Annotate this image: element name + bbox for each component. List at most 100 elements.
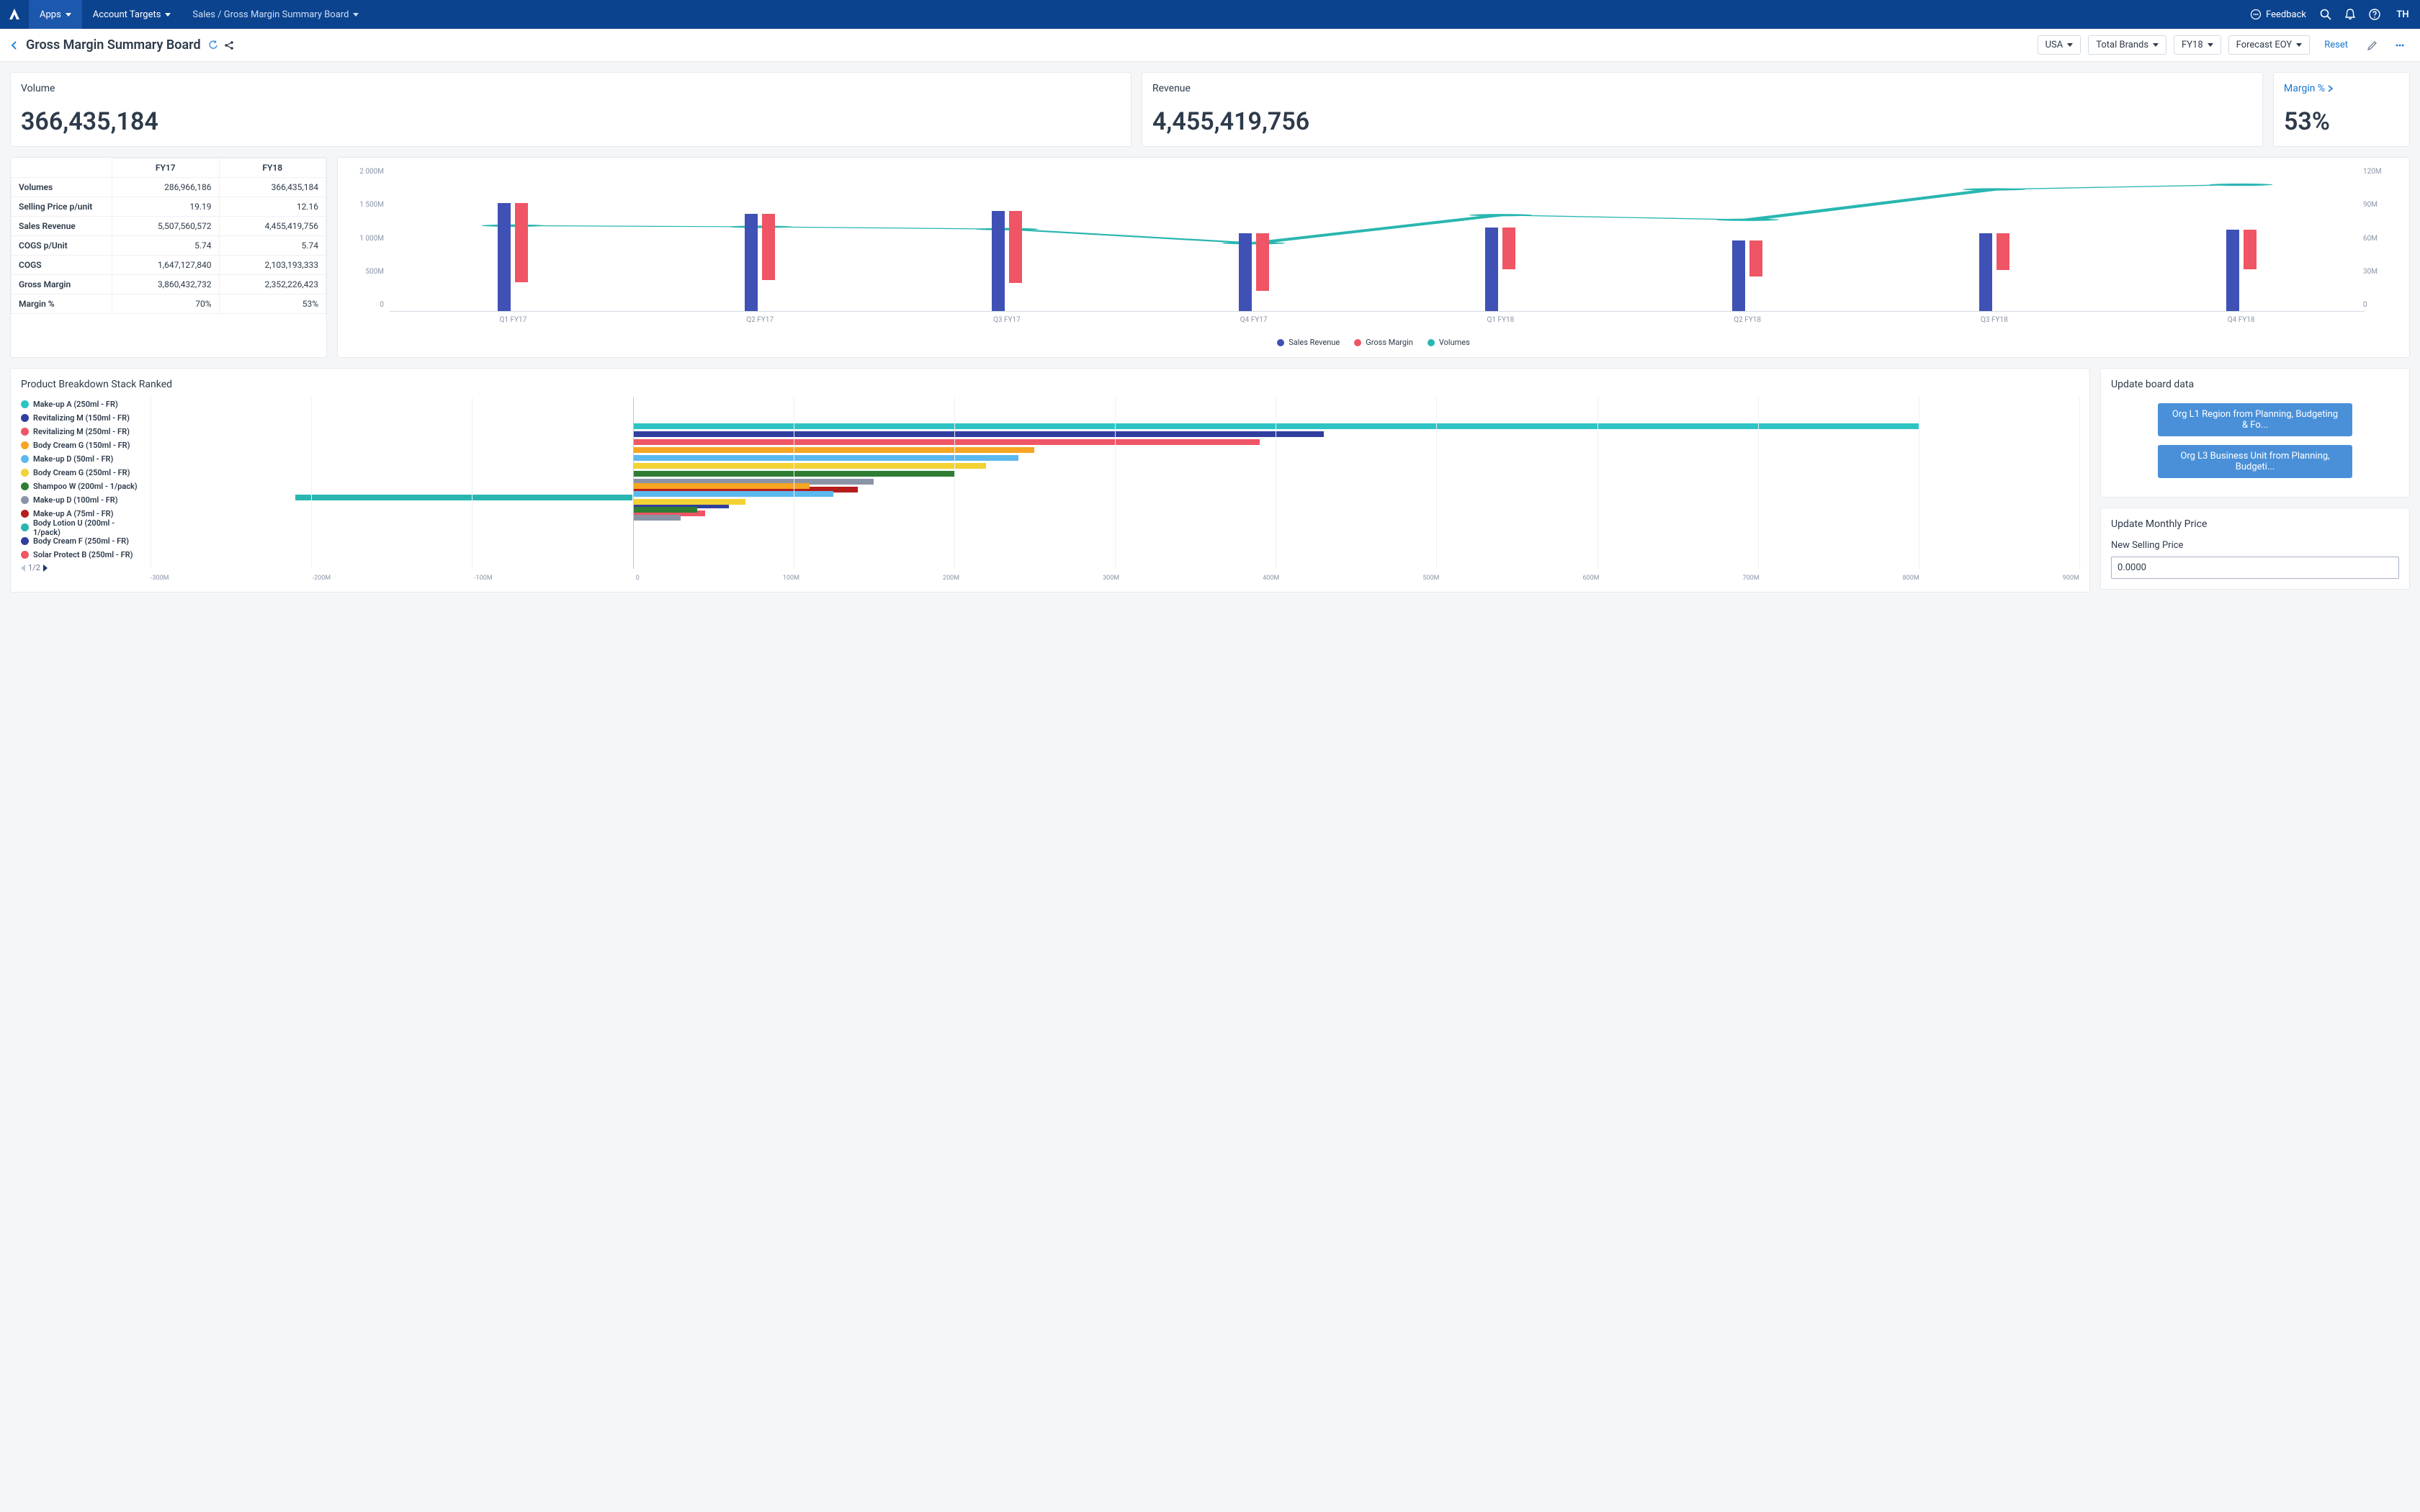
legend-swatch bbox=[21, 496, 29, 504]
share-icon bbox=[224, 40, 234, 50]
legend-item: Make-up A (250ml - FR) bbox=[21, 397, 143, 411]
nav-breadcrumb-2[interactable]: Sales / Gross Margin Summary Board bbox=[182, 0, 369, 29]
pbr-x-tick: 0 bbox=[636, 575, 640, 582]
legend-swatch bbox=[21, 414, 29, 422]
bar-sales-revenue bbox=[1485, 228, 1498, 311]
update-org-l1-button[interactable]: Org L1 Region from Planning, Budgeting &… bbox=[2158, 403, 2352, 436]
summary-table-card: FY17 FY18 Volumes286,966,186366,435,184S… bbox=[10, 157, 327, 358]
row-label: Volumes bbox=[12, 178, 112, 197]
kpi-volume-card: Volume 366,435,184 bbox=[10, 72, 1131, 147]
gridline bbox=[1597, 397, 1598, 569]
pbr-x-tick: 400M bbox=[1263, 575, 1279, 582]
bar-gross-margin bbox=[1749, 240, 1762, 276]
legend-gross-margin: Gross Margin bbox=[1354, 338, 1413, 347]
col-fy17: FY17 bbox=[112, 158, 220, 178]
legend-label: Body Cream F (250ml - FR) bbox=[33, 536, 129, 546]
bar-sales-revenue bbox=[1239, 233, 1252, 311]
kpi-margin-card[interactable]: Margin % 53% bbox=[2273, 72, 2410, 147]
filter-region[interactable]: USA bbox=[2038, 35, 2081, 55]
update-org-l3-button[interactable]: Org L3 Business Unit from Planning, Budg… bbox=[2158, 445, 2352, 478]
legend-label: Shampoo W (200ml - 1/pack) bbox=[33, 482, 138, 491]
pager-next[interactable] bbox=[43, 564, 48, 572]
refresh-button[interactable] bbox=[208, 40, 218, 50]
table-row: Volumes286,966,186366,435,184 bbox=[12, 178, 326, 197]
table-row: COGS p/Unit5.745.74 bbox=[12, 236, 326, 256]
pbr-bar bbox=[633, 447, 1035, 453]
bar-sales-revenue bbox=[498, 203, 511, 311]
y-tick: 0 bbox=[380, 301, 384, 309]
legend-item: Body Cream G (250ml - FR) bbox=[21, 466, 143, 480]
legend-swatch bbox=[21, 428, 29, 436]
kpi-revenue-value: 4,455,419,756 bbox=[1152, 107, 2252, 136]
row-fy17: 286,966,186 bbox=[112, 178, 220, 197]
y2-tick: 30M bbox=[2363, 268, 2378, 276]
table-row: COGS1,647,127,8402,103,193,333 bbox=[12, 256, 326, 275]
pencil-icon bbox=[2367, 40, 2378, 51]
page-title: Gross Margin Summary Board bbox=[26, 37, 201, 53]
x-tick: Q2 FY17 bbox=[637, 316, 884, 324]
legend-item: Shampoo W (200ml - 1/pack) bbox=[21, 480, 143, 493]
filter-scenario[interactable]: Forecast EOY bbox=[2228, 35, 2311, 55]
bar-gross-margin bbox=[1256, 233, 1269, 290]
bar-sales-revenue bbox=[1979, 233, 1992, 311]
filter-brands[interactable]: Total Brands bbox=[2088, 35, 2166, 55]
help-button[interactable] bbox=[2362, 2, 2387, 27]
pbr-bar bbox=[633, 515, 681, 521]
chevron-down-icon bbox=[66, 13, 71, 17]
top-nav-bar: Apps Account Targets Sales / Gross Margi… bbox=[0, 0, 2420, 29]
pbr-bar bbox=[633, 431, 1325, 437]
bar-gross-margin bbox=[2244, 230, 2257, 269]
bar-group bbox=[390, 203, 637, 311]
kpi-row: Volume 366,435,184 Revenue 4,455,419,756… bbox=[10, 72, 2410, 147]
kpi-margin-value: 53% bbox=[2284, 107, 2399, 136]
row-fy17: 19.19 bbox=[112, 197, 220, 217]
legend-swatch bbox=[21, 482, 29, 490]
legend-item: Revitalizing M (150ml - FR) bbox=[21, 411, 143, 425]
row-fy17: 3,860,432,732 bbox=[112, 275, 220, 294]
quarterly-chart-card: 2 000M1 500M1 000M500M0 120M90M60M30M0 Q… bbox=[337, 157, 2410, 358]
gridline bbox=[311, 397, 312, 569]
nav-apps-label: Apps bbox=[40, 9, 61, 20]
pager-prev[interactable] bbox=[21, 564, 25, 572]
row-fy17: 70% bbox=[112, 294, 220, 314]
filter-year[interactable]: FY18 bbox=[2174, 35, 2221, 55]
bar-sales-revenue bbox=[2226, 230, 2239, 311]
chevron-down-icon bbox=[165, 13, 171, 17]
bar-gross-margin bbox=[515, 203, 528, 282]
legend-item: Body Cream G (150ml - FR) bbox=[21, 438, 143, 452]
back-button[interactable] bbox=[10, 41, 19, 50]
search-icon bbox=[2319, 8, 2332, 21]
y-tick: 1 000M bbox=[359, 235, 384, 243]
search-button[interactable] bbox=[2313, 2, 2338, 27]
row-fy18: 12.16 bbox=[219, 197, 326, 217]
app-logo[interactable] bbox=[7, 7, 22, 22]
legend-label: Make-up D (50ml - FR) bbox=[33, 454, 113, 464]
legend-swatch bbox=[21, 441, 29, 449]
row-label: COGS bbox=[12, 256, 112, 275]
user-avatar[interactable]: TH bbox=[2393, 4, 2413, 24]
gridline bbox=[1436, 397, 1437, 569]
row-fy18: 366,435,184 bbox=[219, 178, 326, 197]
nav-apps[interactable]: Apps bbox=[29, 0, 82, 29]
row-label: Gross Margin bbox=[12, 275, 112, 294]
pbr-x-tick: 500M bbox=[1422, 575, 1439, 582]
edit-button[interactable] bbox=[2362, 40, 2383, 51]
feedback-button[interactable]: Feedback bbox=[2243, 9, 2313, 20]
row-fy17: 1,647,127,840 bbox=[112, 256, 220, 275]
row-label: Sales Revenue bbox=[12, 217, 112, 236]
x-tick: Q3 FY18 bbox=[1871, 316, 2118, 324]
pbr-x-tick: -300M bbox=[151, 575, 169, 582]
y2-tick: 90M bbox=[2363, 201, 2378, 209]
pbr-bar bbox=[633, 499, 745, 505]
notifications-button[interactable] bbox=[2338, 2, 2362, 27]
more-button[interactable] bbox=[2390, 40, 2410, 51]
share-button[interactable] bbox=[224, 40, 234, 50]
y-tick: 1 500M bbox=[359, 201, 384, 209]
new-price-input[interactable] bbox=[2111, 557, 2399, 579]
legend-item: Solar Protect B (250ml - FR) bbox=[21, 548, 143, 562]
reset-button[interactable]: Reset bbox=[2317, 40, 2355, 50]
new-price-label: New Selling Price bbox=[2111, 540, 2399, 551]
refresh-icon bbox=[208, 40, 218, 50]
gridline bbox=[2079, 397, 2080, 569]
nav-breadcrumb-1[interactable]: Account Targets bbox=[82, 0, 182, 29]
